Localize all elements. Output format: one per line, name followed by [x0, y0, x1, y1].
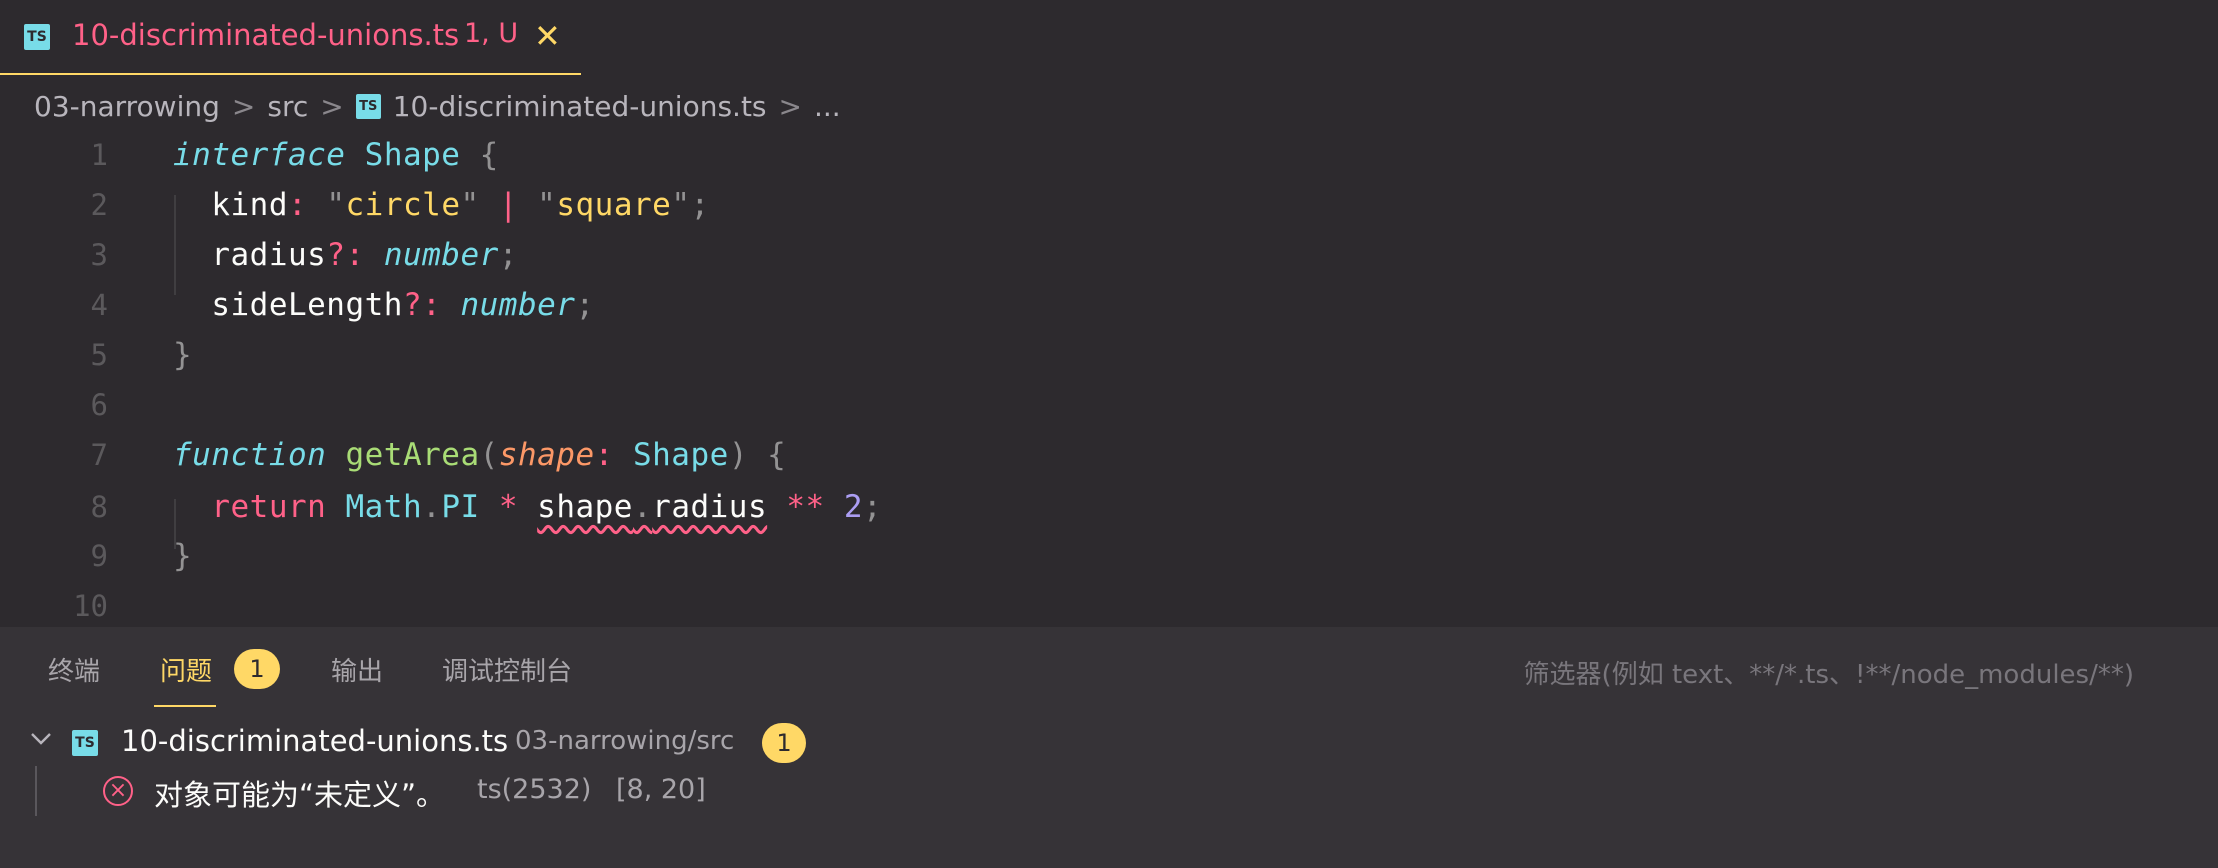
problem-code: ts(2532) [477, 774, 592, 805]
tab-filename: 10-discriminated-unions.ts [72, 18, 460, 52]
breadcrumb-item-src[interactable]: src [267, 90, 308, 123]
chevron-down-icon[interactable] [28, 726, 54, 758]
problem-file-path: 03-narrowing/src [515, 726, 735, 756]
file-problem-count-badge: 1 [762, 723, 806, 763]
error-icon: × [103, 776, 133, 806]
tab-debug-console[interactable]: 调试控制台 [442, 651, 572, 688]
problem-message: 对象可能为“未定义”。 [154, 778, 446, 812]
line-number: 4 [90, 288, 108, 322]
problems-count-badge: 1 [234, 649, 280, 689]
typescript-file-icon: TS [24, 24, 50, 50]
breadcrumb: 03-narrowing > src > TS 10-discriminated… [34, 86, 841, 126]
error-squiggle: shape.radius [537, 489, 768, 525]
line-number: 3 [90, 238, 108, 272]
code-text: interface Shape { [173, 137, 499, 173]
line-number: 6 [90, 388, 108, 422]
breadcrumb-item-folder[interactable]: 03-narrowing [34, 90, 220, 123]
line-number: 2 [90, 188, 108, 222]
typescript-file-icon: TS [72, 730, 98, 756]
tab-status-badge: 1, U [464, 18, 519, 49]
line-number: 5 [90, 338, 108, 372]
code-line: 3 radius?: number; [0, 235, 2218, 285]
chevron-right-icon: > [778, 89, 802, 123]
active-tab-indicator [154, 705, 216, 707]
code-text: return Math.PI * shape.radius ** 2; [211, 489, 883, 525]
code-line: 9 } [0, 536, 2218, 586]
line-number: 10 [73, 589, 108, 623]
code-text: } [173, 538, 193, 574]
code-text: radius?: number; [173, 237, 518, 273]
typescript-file-icon: TS [355, 93, 381, 119]
bottom-panel: 终端 问题 1 输出 调试控制台 筛选器(例如 text、**/*.ts、!**… [0, 627, 2218, 868]
line-number: 9 [90, 539, 108, 573]
tab-output[interactable]: 输出 [331, 651, 383, 688]
code-line: 1 interface Shape { [0, 135, 2218, 185]
code-line: 7 function getArea(shape: Shape) { [0, 435, 2218, 485]
code-text: sideLength?: number; [173, 287, 595, 323]
breadcrumb-item-file[interactable]: 10-discriminated-unions.ts [393, 90, 767, 123]
tab-problems[interactable]: 问题 [160, 651, 212, 688]
line-number: 8 [90, 490, 108, 524]
close-icon[interactable]: ✕ [534, 17, 561, 55]
line-number: 7 [90, 438, 108, 472]
code-text: } [173, 337, 193, 373]
code-line: 6 [0, 385, 2218, 435]
problem-location: [8, 20] [616, 774, 706, 805]
chevron-right-icon: > [231, 89, 256, 123]
code-line: 2 kind: "circle" | "square"; [0, 185, 2218, 235]
code-text: function getArea(shape: Shape) { [173, 437, 787, 473]
editor-tab-bar: TS 10-discriminated-unions.ts 1, U ✕ [0, 0, 2218, 77]
code-line: 8 return Math.PI * shape.radius ** 2; [0, 487, 2218, 537]
filter-input[interactable]: 筛选器(例如 text、**/*.ts、!**/node_modules/**) [1524, 654, 2134, 691]
problem-file-row[interactable]: TS 10-discriminated-unions.ts 03-narrowi… [0, 720, 2218, 766]
breadcrumb-item-symbols[interactable]: ... [814, 90, 841, 123]
tab-terminal[interactable]: 终端 [48, 651, 100, 688]
line-number: 1 [90, 138, 108, 172]
problem-item[interactable]: × 对象可能为“未定义”。 ts(2532) [8, 20] [0, 766, 2218, 816]
problem-file-name: 10-discriminated-unions.ts [121, 724, 509, 758]
code-line: 4 sideLength?: number; [0, 285, 2218, 335]
chevron-right-icon: > [320, 89, 344, 123]
code-editor[interactable]: 1 interface Shape { 2 kind: "circle" | "… [0, 135, 2218, 625]
code-line: 5 } [0, 335, 2218, 385]
panel-tabs: 终端 问题 1 输出 调试控制台 筛选器(例如 text、**/*.ts、!**… [0, 627, 2218, 707]
code-text: kind: "circle" | "square"; [173, 187, 710, 223]
editor-tab-active[interactable]: TS 10-discriminated-unions.ts 1, U ✕ [0, 0, 581, 75]
